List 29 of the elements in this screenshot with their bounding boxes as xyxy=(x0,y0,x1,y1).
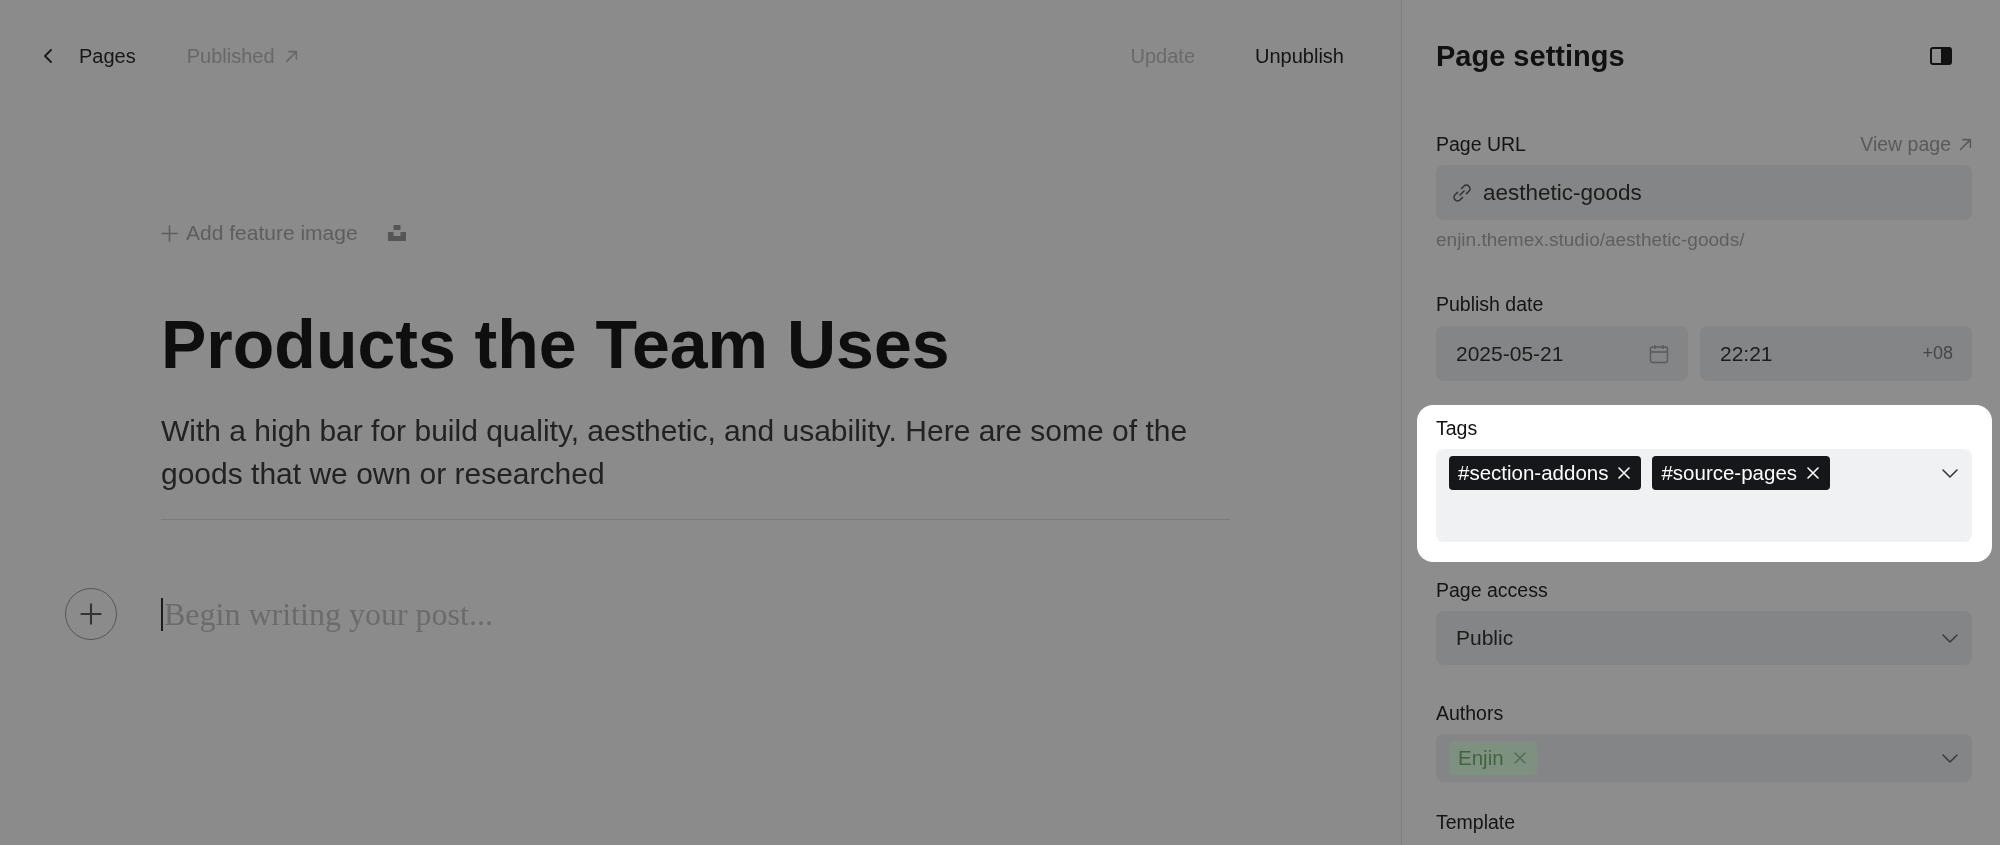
post-title: Products the Team Uses xyxy=(161,305,950,384)
tag-chip[interactable]: #section-addons xyxy=(1449,456,1642,490)
time-field[interactable]: 22:21 +08 xyxy=(1700,326,1972,381)
arrow-up-right-icon xyxy=(1959,137,1972,151)
date-field[interactable]: 2025-05-21 xyxy=(1436,326,1688,381)
field-label: Page URL xyxy=(1436,132,1526,156)
post-excerpt: With a high bar for build quality, aesthetic, and usability. Here are some of the goods that we own or researched xyxy=(161,413,1189,492)
url-field[interactable]: aesthetic-goods xyxy=(1436,165,1972,220)
field-label: Page access xyxy=(1436,578,1548,602)
chevron-down-icon[interactable] xyxy=(1942,469,1958,478)
text-cursor-icon xyxy=(161,597,163,631)
blocks-icon[interactable] xyxy=(387,225,406,241)
plus-icon xyxy=(161,224,178,242)
chevron-left-icon xyxy=(44,49,52,63)
back-button[interactable]: Pages xyxy=(44,44,136,68)
tags-field[interactable]: #section-addons #source-pages xyxy=(1436,449,1972,542)
link-icon xyxy=(1452,182,1472,203)
field-label: Authors xyxy=(1436,701,1504,725)
panel-right-icon[interactable] xyxy=(1930,47,1952,65)
unpublish-button[interactable]: Unpublish xyxy=(1255,44,1344,68)
field-label: Publish date xyxy=(1436,292,1544,316)
tag-chip[interactable]: #source-pages xyxy=(1652,456,1831,490)
plus-icon xyxy=(80,603,102,625)
field-label: Tags xyxy=(1436,416,1478,440)
timezone-label: +08 xyxy=(1922,343,1953,364)
arrow-up-right-icon xyxy=(284,49,298,63)
panel-title: Page settings xyxy=(1436,39,1625,73)
field-label: Template xyxy=(1436,810,1516,834)
page-access-select[interactable]: Public xyxy=(1436,611,1972,665)
